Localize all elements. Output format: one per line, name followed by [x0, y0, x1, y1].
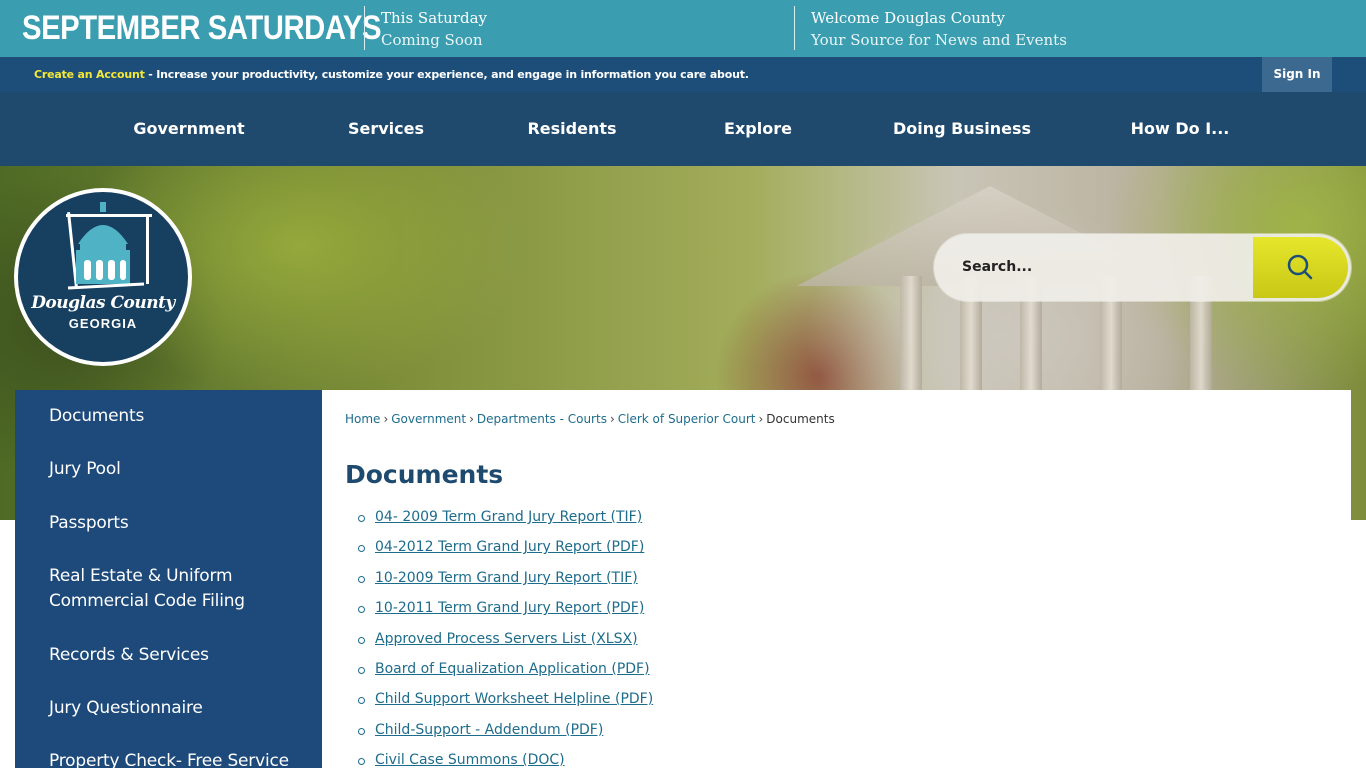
- breadcrumb-home[interactable]: Home: [345, 412, 380, 426]
- list-item: 10-2009 Term Grand Jury Report (TIF): [358, 570, 653, 600]
- top-banner: SEPTEMBER SATURDAYS This Saturday Coming…: [0, 0, 1366, 57]
- banner-divider: [364, 6, 365, 50]
- account-bar: Create an Account - Increase your produc…: [0, 57, 1366, 92]
- banner-item-line1: Welcome Douglas County: [811, 9, 1006, 27]
- nav-item-how-do-i[interactable]: How Do I...: [1131, 92, 1230, 166]
- document-link[interactable]: Civil Case Summons (DOC): [375, 752, 565, 768]
- breadcrumb: Home › Government › Departments - Courts › Cle…: [345, 412, 835, 426]
- search-input[interactable]: [962, 252, 1242, 282]
- banner-divider: [794, 6, 795, 50]
- banner-item-line1: This Saturday: [381, 9, 488, 27]
- breadcrumb-separator: ›: [383, 412, 389, 426]
- nav-item-residents[interactable]: Residents: [527, 92, 616, 166]
- banner-title[interactable]: SEPTEMBER SATURDAYS: [22, 9, 381, 48]
- document-list: 04- 2009 Term Grand Jury Report (TIF) 04…: [358, 509, 653, 768]
- document-link[interactable]: Child Support Worksheet Helpline (PDF): [375, 691, 653, 707]
- logo-text-county: Douglas County: [31, 293, 175, 313]
- sidebar-item-jury-questionnaire[interactable]: Jury Questionnaire: [49, 696, 299, 721]
- sidebar-item-jury-pool[interactable]: Jury Pool: [49, 457, 299, 482]
- breadcrumb-separator: ›: [609, 412, 615, 426]
- banner-item-this-saturday[interactable]: This Saturday Coming Soon: [381, 7, 487, 51]
- create-account-link[interactable]: Create an Account: [34, 68, 145, 81]
- document-link[interactable]: Approved Process Servers List (XLSX): [375, 631, 638, 647]
- search-box: [934, 234, 1351, 301]
- document-link[interactable]: 10-2009 Term Grand Jury Report (TIF): [375, 570, 638, 586]
- sidebar-item-records-services[interactable]: Records & Services: [49, 643, 299, 668]
- logo-text-state: GEORGIA: [68, 316, 138, 331]
- nav-item-government[interactable]: Government: [133, 92, 244, 166]
- document-link[interactable]: 10-2011 Term Grand Jury Report (PDF): [375, 600, 644, 616]
- document-link[interactable]: 04-2012 Term Grand Jury Report (PDF): [375, 539, 644, 555]
- list-item: Child Support Worksheet Helpline (PDF): [358, 691, 653, 721]
- list-item: Civil Case Summons (DOC): [358, 752, 653, 768]
- search-button[interactable]: [1253, 237, 1348, 298]
- sidebar-item-property-check[interactable]: Property Check- Free Service: [49, 749, 299, 768]
- banner-item-line2: Your Source for News and Events: [811, 31, 1067, 49]
- account-message: Create an Account - Increase your produc…: [34, 68, 749, 81]
- account-message-text: - Increase your productivity, customize …: [144, 68, 749, 81]
- sidebar-item-documents[interactable]: Documents: [49, 404, 299, 429]
- search-icon: [1287, 254, 1313, 280]
- sidebar-item-passports[interactable]: Passports: [49, 511, 299, 536]
- banner-item-line2: Coming Soon: [381, 31, 483, 49]
- nav-item-doing-business[interactable]: Doing Business: [893, 92, 1031, 166]
- banner-item-welcome[interactable]: Welcome Douglas County Your Source for N…: [811, 7, 1067, 51]
- document-link[interactable]: Board of Equalization Application (PDF): [375, 661, 650, 677]
- list-item: 04- 2009 Term Grand Jury Report (TIF): [358, 509, 653, 539]
- sidebar-item-real-estate[interactable]: Real Estate & Uniform Commercial Code Fi…: [49, 564, 259, 614]
- breadcrumb-current: Documents: [766, 412, 835, 426]
- nav-item-services[interactable]: Services: [348, 92, 424, 166]
- sidebar-nav: Documents Jury Pool Passports Real Estat…: [15, 390, 322, 768]
- breadcrumb-clerk[interactable]: Clerk of Superior Court: [618, 412, 756, 426]
- document-link[interactable]: Child-Support - Addendum (PDF): [375, 722, 603, 738]
- sign-in-button[interactable]: Sign In: [1262, 57, 1332, 92]
- breadcrumb-separator: ›: [758, 412, 764, 426]
- breadcrumb-departments-courts[interactable]: Departments - Courts: [477, 412, 607, 426]
- list-item: Child-Support - Addendum (PDF): [358, 722, 653, 752]
- list-item: 10-2011 Term Grand Jury Report (PDF): [358, 600, 653, 630]
- douglas-county-logo[interactable]: Douglas County GEORGIA: [14, 188, 192, 366]
- document-link[interactable]: 04- 2009 Term Grand Jury Report (TIF): [375, 509, 642, 525]
- main-content: Home › Government › Departments - Courts › Cle…: [322, 390, 1351, 768]
- courthouse-dome-icon: [66, 202, 152, 290]
- list-item: 04-2012 Term Grand Jury Report (PDF): [358, 539, 653, 569]
- breadcrumb-separator: ›: [469, 412, 474, 426]
- list-item: Board of Equalization Application (PDF): [358, 661, 653, 691]
- main-nav: Government Services Residents Explore Do…: [0, 92, 1366, 166]
- nav-item-explore[interactable]: Explore: [724, 92, 792, 166]
- list-item: Approved Process Servers List (XLSX): [358, 631, 653, 661]
- breadcrumb-government[interactable]: Government: [391, 412, 466, 426]
- page-title: Documents: [345, 460, 504, 489]
- logo-badge: Douglas County GEORGIA: [18, 192, 188, 362]
